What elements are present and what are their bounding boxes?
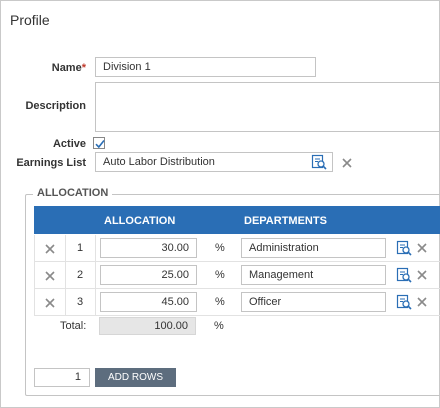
name-label: Name* xyxy=(52,62,86,74)
row-number: 3 xyxy=(76,296,84,308)
lookup-icon[interactable] xyxy=(396,240,412,256)
percent-label: % xyxy=(215,296,225,308)
clear-department-icon[interactable] xyxy=(417,297,427,307)
description-label: Description xyxy=(25,100,86,112)
earnings-list-label: Earnings List xyxy=(16,157,86,169)
earnings-list-field[interactable]: Auto Labor Distribution xyxy=(95,152,333,172)
active-label: Active xyxy=(52,138,86,150)
lookup-icon[interactable] xyxy=(396,267,412,283)
page-title: Profile xyxy=(10,12,50,28)
add-rows-count-input[interactable]: 1 xyxy=(34,368,90,387)
clear-department-icon[interactable] xyxy=(417,270,427,280)
table-row: 2 25.00 % Management xyxy=(34,262,440,289)
department-field[interactable]: Management xyxy=(241,265,386,285)
department-field[interactable]: Officer xyxy=(241,292,386,312)
delete-row-icon[interactable] xyxy=(45,244,55,254)
table-row: 3 45.00 % Officer xyxy=(34,289,440,316)
allocation-grid-header: ALLOCATION DEPARTMENTS xyxy=(34,206,440,234)
clear-earnings-icon[interactable] xyxy=(342,158,352,168)
total-label: Total: xyxy=(60,320,87,332)
total-percent-label: % xyxy=(214,320,224,332)
check-icon xyxy=(95,140,105,149)
allocation-input[interactable]: 25.00 xyxy=(100,265,197,285)
allocation-legend: ALLOCATION xyxy=(33,187,113,199)
row-number: 2 xyxy=(76,269,84,281)
allocation-input[interactable]: 45.00 xyxy=(100,292,197,312)
name-label-text: Name xyxy=(51,62,82,74)
required-marker: * xyxy=(81,62,86,74)
allocation-column-header: ALLOCATION xyxy=(104,215,176,227)
active-checkbox[interactable] xyxy=(93,137,105,149)
delete-row-icon[interactable] xyxy=(45,298,55,308)
percent-label: % xyxy=(215,269,225,281)
delete-row-icon[interactable] xyxy=(45,271,55,281)
table-row: 1 30.00 % Administration xyxy=(34,235,440,262)
allocation-input[interactable]: 30.00 xyxy=(100,238,197,258)
name-field[interactable]: Division 1 xyxy=(95,57,316,77)
lookup-icon[interactable] xyxy=(311,154,327,170)
lookup-icon[interactable] xyxy=(396,294,412,310)
description-field[interactable] xyxy=(95,82,440,132)
total-value: 100.00 xyxy=(99,317,196,335)
percent-label: % xyxy=(215,242,225,254)
clear-department-icon[interactable] xyxy=(417,243,427,253)
department-field[interactable]: Administration xyxy=(241,238,386,258)
row-number: 1 xyxy=(76,242,84,254)
departments-column-header: DEPARTMENTS xyxy=(244,215,327,227)
add-rows-button[interactable]: ADD ROWS xyxy=(95,368,176,387)
